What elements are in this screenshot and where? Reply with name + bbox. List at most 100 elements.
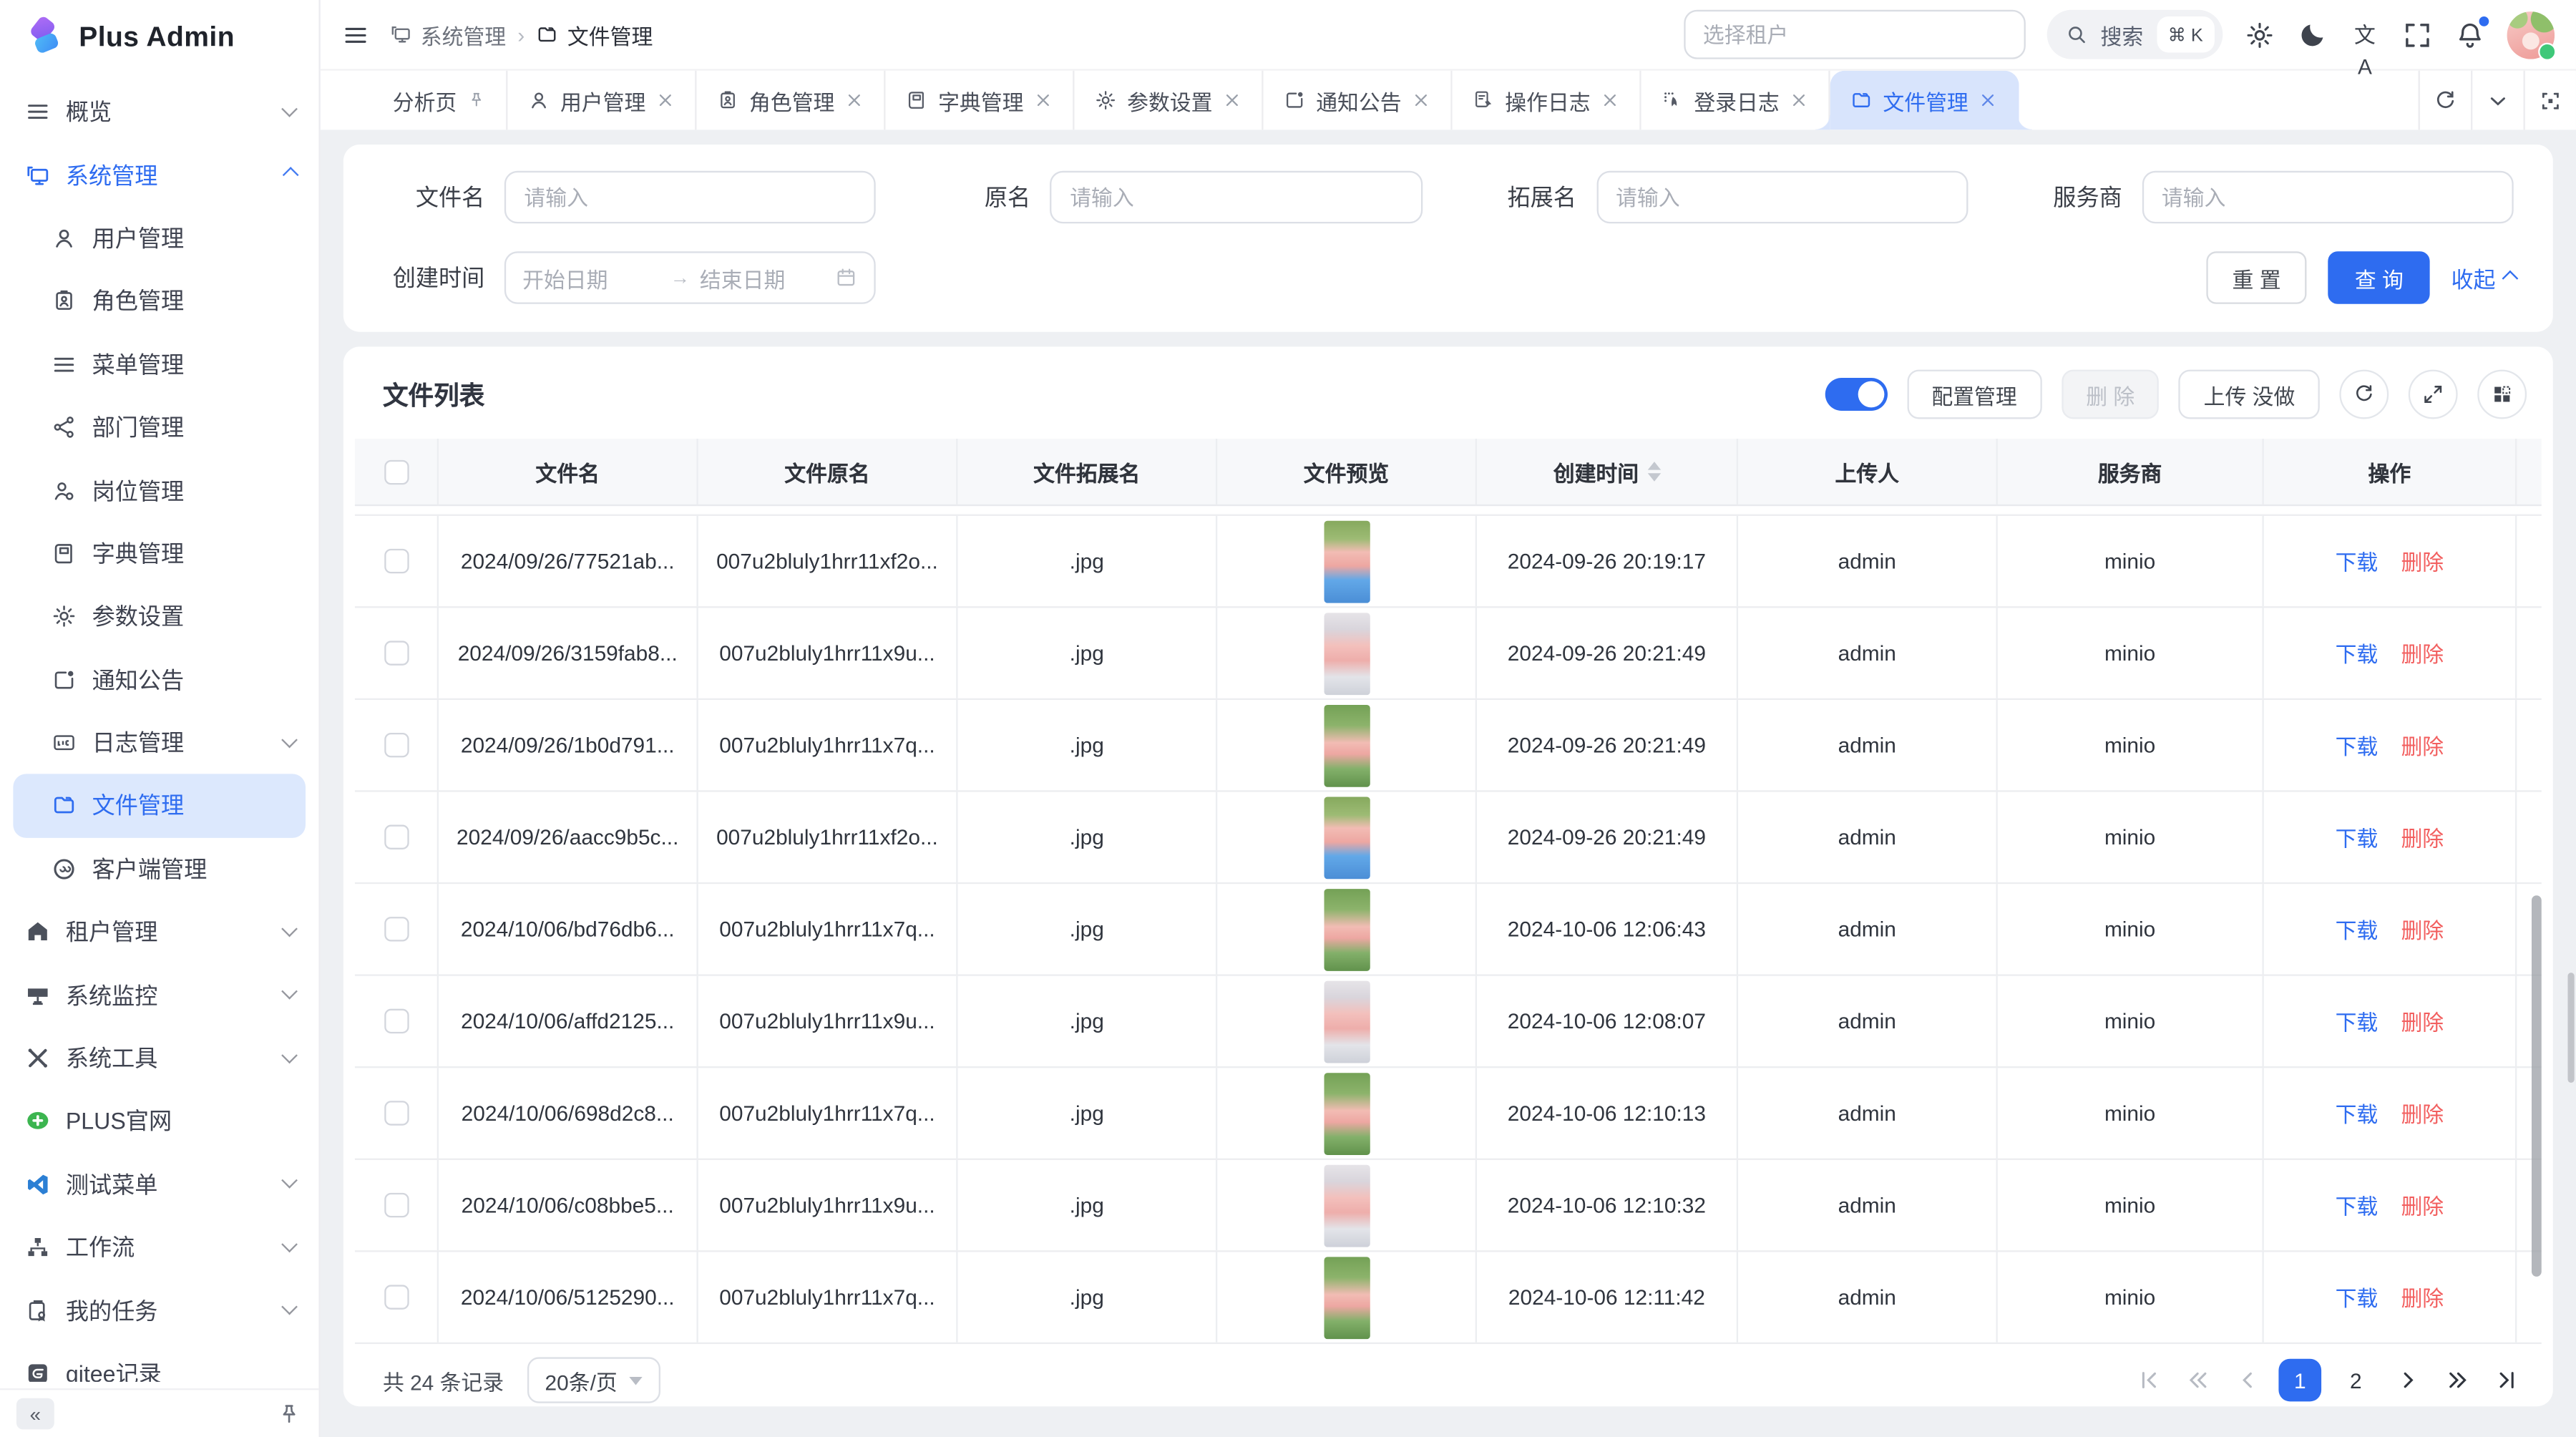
tab-action-icon[interactable] [1790,90,1810,110]
sidebar-item[interactable]: 系统管理 [13,144,306,207]
file-preview-thumbnail[interactable] [1323,1256,1369,1338]
delete-link[interactable]: 删除 [2401,729,2444,761]
file-preview-thumbnail[interactable] [1323,612,1369,694]
sidebar-item[interactable]: 客户端管理 [13,837,306,900]
fullscreen-button[interactable] [2402,19,2434,50]
download-link[interactable]: 下载 [2336,914,2379,945]
refresh-page-button[interactable] [2419,71,2471,130]
sidebar-item[interactable]: 系统工具 [13,1027,306,1090]
breadcrumb-current[interactable]: 文件管理 [536,19,653,50]
column-settings-button[interactable] [2477,370,2527,419]
breadcrumb-parent[interactable]: 系统管理 [389,19,506,50]
table-row[interactable]: 2024/10/06/698d2c8... 007u2bluly1hrr11x7… [355,1068,2542,1160]
row-checkbox[interactable] [384,640,408,665]
column-header[interactable]: 文件拓展名 [958,439,1218,505]
table-row[interactable]: 2024/09/26/3159fab8... 007u2bluly1hrr11x… [355,608,2542,700]
row-checkbox[interactable] [384,917,408,941]
file-preview-thumbnail[interactable] [1323,704,1369,786]
table-row[interactable]: 2024/09/26/77521ab... 007u2bluly1hrr11xf… [355,516,2542,608]
file-preview-thumbnail[interactable] [1323,1164,1369,1247]
file-preview-thumbnail[interactable] [1323,1072,1369,1154]
select-all-checkbox[interactable] [384,459,408,484]
delete-link[interactable]: 删除 [2401,1189,2444,1221]
delete-link[interactable]: 删除 [2401,822,2444,853]
row-checkbox[interactable] [384,1101,408,1125]
sidebar-item[interactable]: 部门管理 [13,396,306,459]
sidebar-pin-button[interactable] [276,1401,303,1427]
sidebar-item[interactable]: 我的任务 [13,1279,306,1342]
tab-action-icon[interactable] [1600,90,1620,110]
download-link[interactable]: 下载 [2336,1098,2379,1129]
delete-link[interactable]: 删除 [2401,545,2444,577]
page-tab[interactable]: 用户管理 [507,71,696,130]
jump-forward-button[interactable] [2439,1362,2476,1398]
jump-back-button[interactable] [2180,1362,2217,1398]
delete-link[interactable]: 删除 [2401,1098,2444,1129]
delete-link[interactable]: 删除 [2401,914,2444,945]
tab-action-icon[interactable] [1222,90,1242,110]
file-preview-thumbnail[interactable] [1323,980,1369,1063]
page-number-button[interactable]: 1 [2278,1359,2321,1402]
file-preview-thumbnail[interactable] [1323,888,1369,970]
sidebar-item[interactable]: 通知公告 [13,648,306,711]
download-link[interactable]: 下载 [2336,1005,2379,1037]
sidebar-item[interactable]: 字典管理 [13,522,306,585]
language-button[interactable]: 文A [2349,19,2381,50]
tab-action-icon[interactable] [1979,90,1999,110]
table-row[interactable]: 2024/10/06/c08bbe5... 007u2bluly1hrr11x9… [355,1160,2542,1252]
table-row[interactable]: 2024/10/06/5125290... 007u2bluly1hrr11x7… [355,1252,2542,1344]
file-preview-thumbnail[interactable] [1323,520,1369,603]
next-page-button[interactable] [2391,1362,2427,1398]
column-header[interactable]: 文件名 [439,439,698,505]
sidebar-item[interactable]: 概览 [13,80,306,143]
filter-input[interactable] [2142,171,2513,223]
tab-action-icon[interactable] [1411,90,1431,110]
previous-page-button[interactable] [2230,1362,2266,1398]
table-row[interactable]: 2024/10/06/bd76db6... 007u2bluly1hrr11x7… [355,884,2542,976]
table-row[interactable]: 2024/09/26/1b0d791... 007u2bluly1hrr11x7… [355,700,2542,792]
menu-toggle-button[interactable] [342,21,370,49]
row-checkbox[interactable] [384,1285,408,1309]
page-tab[interactable]: 文件管理 [1830,71,2019,130]
tenant-select-input[interactable] [1683,10,2025,59]
column-header[interactable]: 操作 [2264,439,2517,505]
column-header[interactable]: 服务商 [1998,439,2264,505]
content-fullscreen-button[interactable] [2524,71,2576,130]
dark-mode-button[interactable] [2297,19,2328,50]
user-avatar[interactable] [2507,11,2555,59]
upload-button[interactable]: 上传 没做 [2179,370,2320,419]
column-header[interactable]: 文件预览 [1217,439,1477,505]
row-checkbox[interactable] [384,733,408,757]
notifications-button[interactable] [2454,19,2486,50]
tab-action-icon[interactable] [655,90,675,110]
last-page-button[interactable] [2489,1362,2525,1398]
sidebar-collapse-button[interactable]: « [16,1398,54,1430]
config-management-button[interactable]: 配置管理 [1907,370,2041,419]
tab-action-icon[interactable] [1033,90,1053,110]
row-checkbox[interactable] [384,825,408,849]
settings-button[interactable] [2244,19,2275,50]
download-link[interactable]: 下载 [2336,638,2379,669]
refresh-table-button[interactable] [2339,370,2389,419]
expand-table-button[interactable] [2409,370,2458,419]
search-button[interactable]: 查 询 [2328,251,2429,303]
sidebar-item[interactable]: 租户管理 [13,900,306,963]
sidebar-item[interactable]: 测试菜单 [13,1153,306,1216]
table-row[interactable]: 2024/10/06/affd2125... 007u2bluly1hrr11x… [355,976,2542,1068]
sidebar-item[interactable]: 岗位管理 [13,459,306,522]
sidebar-item[interactable]: PLUS官网 [13,1090,306,1153]
reset-button[interactable]: 重 置 [2206,251,2307,303]
collapse-filters-link[interactable]: 收起 [2451,261,2513,294]
column-header[interactable]: 上传人 [1738,439,1998,505]
download-link[interactable]: 下载 [2336,822,2379,853]
table-scrollbar[interactable] [2532,895,2542,1277]
page-number-button[interactable]: 2 [2334,1359,2377,1402]
sidebar-item[interactable]: 参数设置 [13,585,306,648]
sidebar-item[interactable]: 日志管理 [13,711,306,774]
sidebar-item[interactable]: gitee记录 [13,1342,306,1382]
download-link[interactable]: 下载 [2336,545,2379,577]
table-row[interactable]: 2024/09/26/aacc9b5c... 007u2bluly1hrr11x… [355,792,2542,885]
column-header[interactable]: 文件原名 [698,439,958,505]
window-scrollbar[interactable] [2567,973,2574,1083]
delete-link[interactable]: 删除 [2401,1005,2444,1037]
